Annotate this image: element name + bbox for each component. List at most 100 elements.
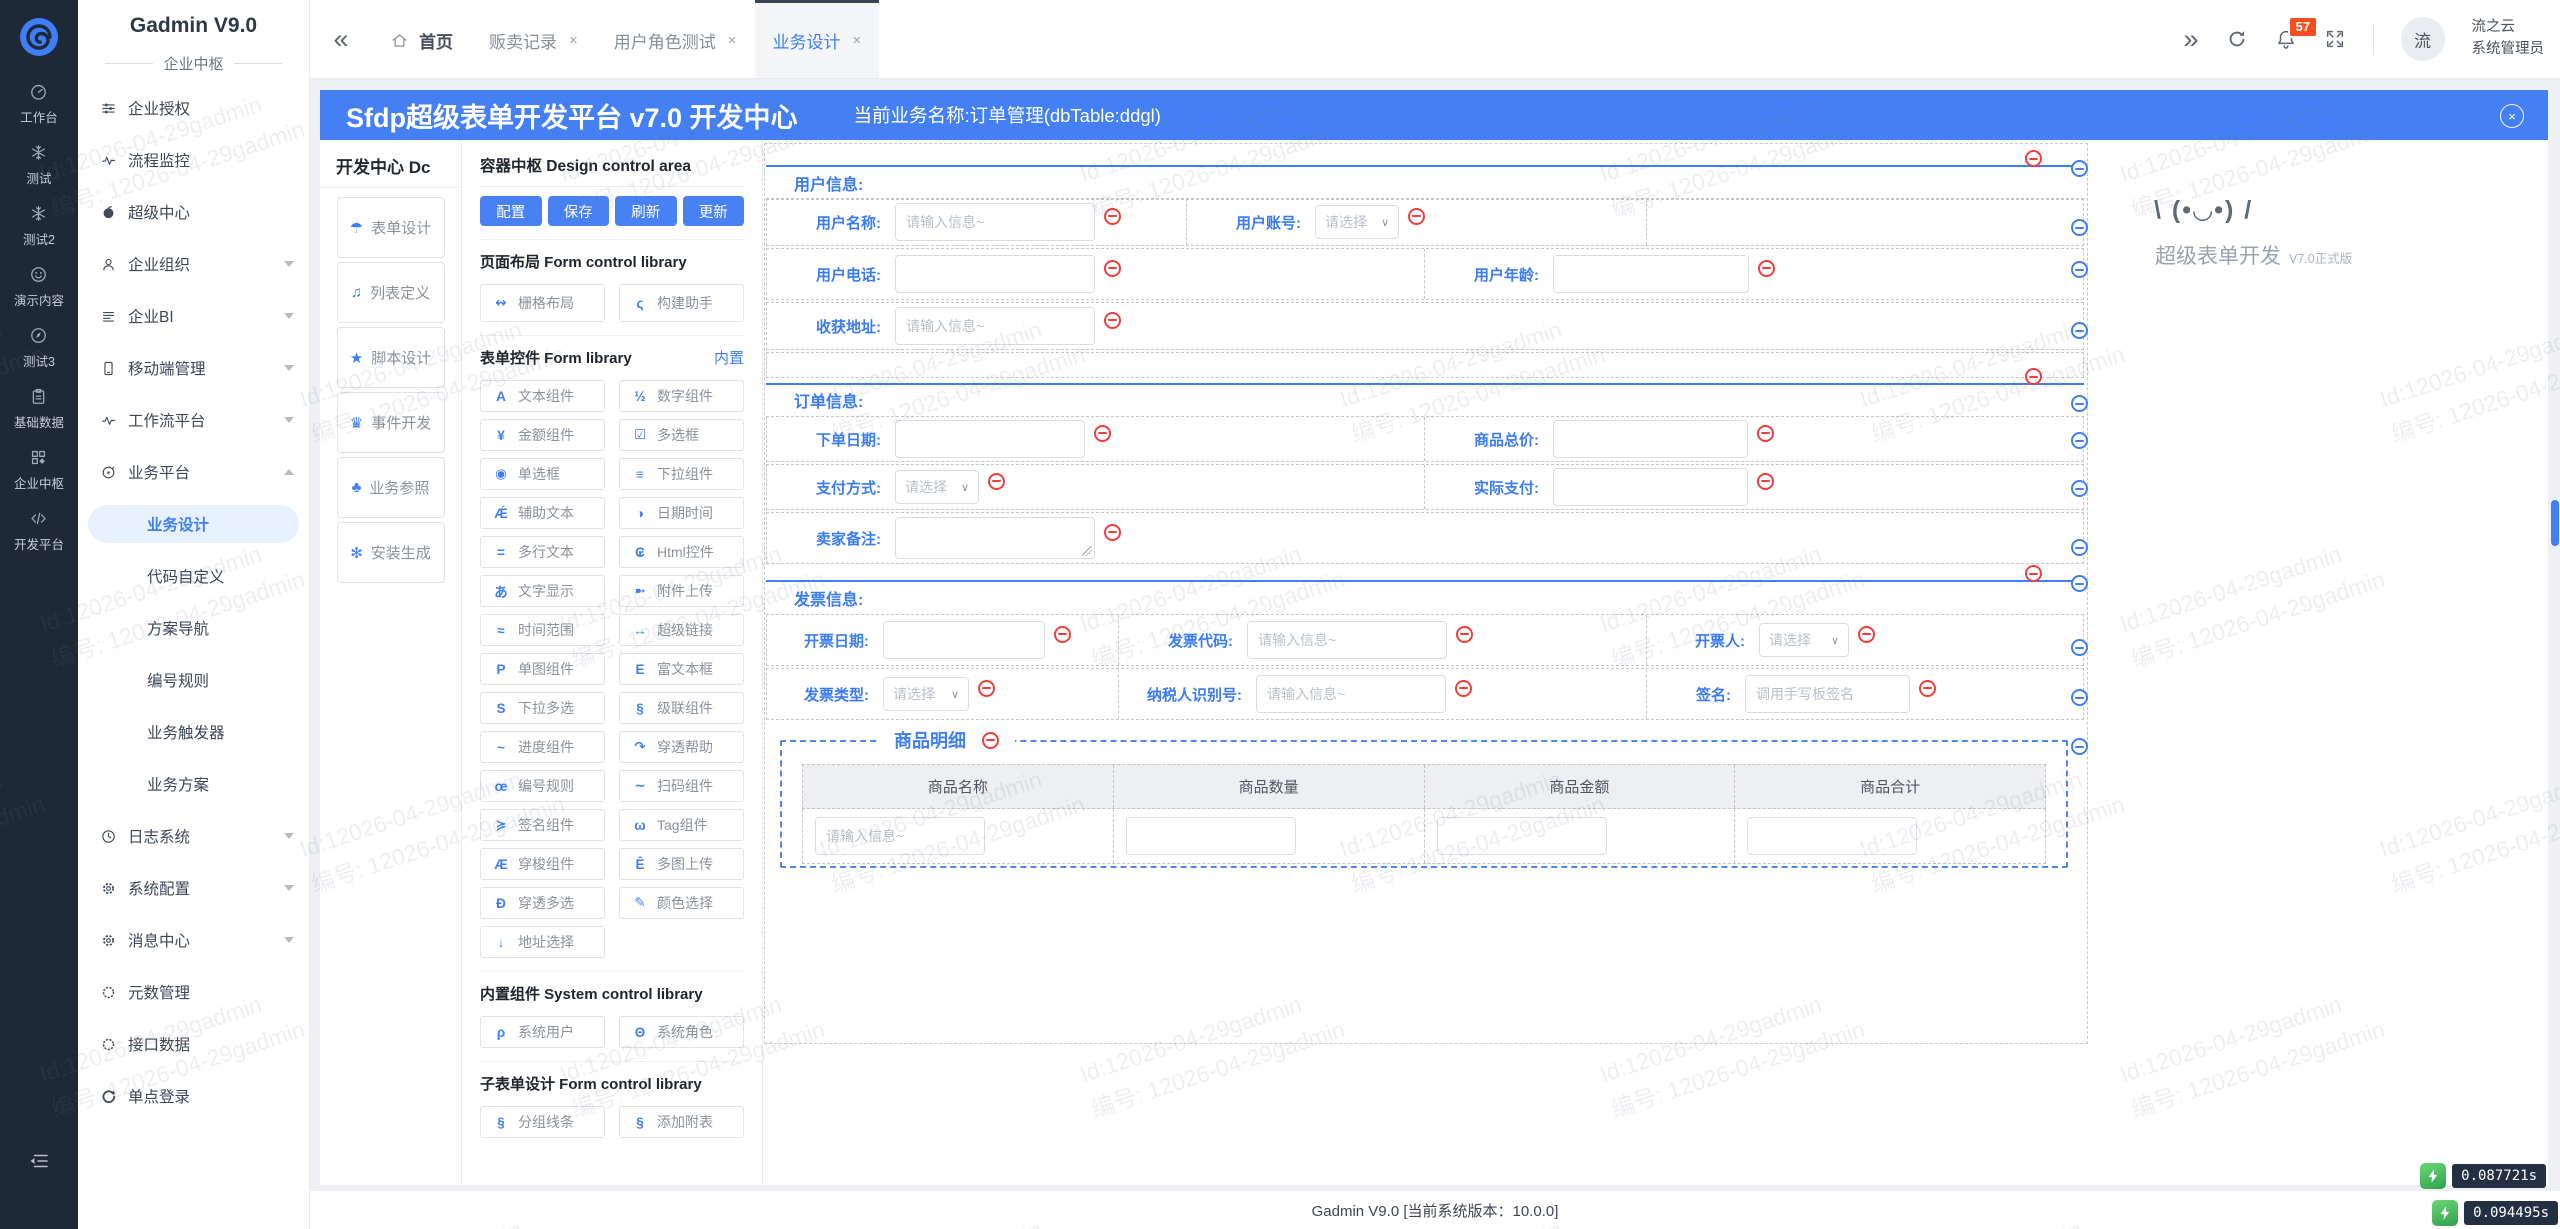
sidebar-item[interactable]: 日志系统 [78,810,309,862]
field-paid[interactable]: 实际支付: [1425,465,2083,509]
row-remove-icon[interactable] [2071,395,2088,412]
rail-item[interactable]: 测试 [26,143,52,187]
sidebar-item[interactable]: 超级中心 [78,186,309,238]
sidebar-item[interactable]: 代码自定义 [78,550,309,602]
detail-cell[interactable] [803,809,1114,863]
row-remove-icon[interactable] [2071,322,2088,339]
invoice-date-input[interactable] [883,621,1045,659]
notifications-button[interactable]: 57 [2275,16,2318,50]
sidebar-item[interactable]: 元数管理 [78,966,309,1018]
remove-field-icon[interactable] [1858,625,1875,643]
form-component[interactable]: Æ 穿梭组件 [480,848,605,880]
detail-cell[interactable] [1114,809,1425,863]
pay-method-select[interactable]: 请选择 ∨ [895,470,979,504]
sidebar-item[interactable]: 企业BI [78,290,309,342]
form-component[interactable]: ≈ 时间范围 [480,614,605,646]
field-total[interactable]: 商品总价: [1425,417,2083,461]
remove-section-icon[interactable] [2025,368,2042,385]
layout-component[interactable]: ς 构建助手 [619,284,744,322]
row-remove-icon[interactable] [2071,480,2088,497]
row-remove-icon[interactable] [2071,539,2088,556]
seller-note-textarea[interactable] [895,517,1095,559]
sidebar-item[interactable]: 接口数据 [78,1018,309,1070]
expand-menu-icon[interactable]: » [2183,24,2198,55]
layout-component[interactable]: ↭ 栅格布局 [480,284,605,322]
form-component[interactable]: P 单图组件 [480,653,605,685]
form-component[interactable]: ◉ 单选框 [480,458,605,490]
row-remove-icon[interactable] [2071,575,2088,592]
field-invoice-type[interactable]: 发票类型: 请选择 ∨ [767,669,1119,719]
row-remove-icon[interactable] [2071,160,2088,177]
rail-item[interactable]: 测试3 [23,326,55,370]
remove-field-icon[interactable] [1455,679,1472,697]
remove-field-icon[interactable] [1408,207,1425,225]
nav-button[interactable]: ♣ 业务参照 [336,457,445,518]
paid-input[interactable] [1553,468,1748,506]
remove-field-icon[interactable] [1104,259,1121,277]
remove-field-icon[interactable] [978,679,995,697]
row-remove-icon[interactable] [2071,261,2088,278]
sidebar-item[interactable]: 企业组织 [78,238,309,290]
sign-input[interactable] [1745,675,1910,713]
sidebar-item[interactable]: 编号规则 [78,654,309,706]
form-component[interactable]: ω Tag组件 [619,809,744,841]
form-design-canvas[interactable]: 用户信息: 用户名称: 用户账号: 请选择 ∨ [763,140,2092,1185]
form-component[interactable]: ∼ 扫码组件 [619,770,744,802]
field-sign[interactable]: 签名: [1647,669,2083,719]
field-phone[interactable]: 用户电话: [767,249,1425,299]
rail-item[interactable]: 基础数据 [14,387,64,431]
remove-field-icon[interactable] [1757,472,1774,490]
sidebar-item[interactable]: 业务平台 [78,446,309,498]
avatar[interactable]: 流 [2400,17,2445,61]
form-component[interactable]: Đ 穿透多选 [480,887,605,919]
form-component[interactable]: ≽ 签名组件 [480,809,605,841]
form-component[interactable]: ☑ 多选框 [619,419,744,451]
field-tax-id[interactable]: 纳税人识别号: [1119,669,1647,719]
sidebar-item[interactable]: 流程监控 [78,134,309,186]
detail-cell[interactable] [1735,809,2045,863]
total-input[interactable] [1553,420,1748,458]
field-address[interactable]: 收获地址: [767,303,2083,349]
rail-item[interactable]: 演示内容 [14,265,64,309]
sidebar-item[interactable]: 企业授权 [78,82,309,134]
tax-id-input[interactable] [1256,675,1446,713]
user-menu[interactable]: 流之云 系统管理员 [2472,17,2545,61]
collapse-menu-icon[interactable]: « [320,24,362,55]
nav-button[interactable]: ☂ 表单设计 [336,197,445,258]
remove-field-icon[interactable] [1456,625,1473,643]
form-component[interactable]: ~ 进度组件 [480,731,605,763]
field-invoice-code[interactable]: 发票代码: [1119,615,1647,665]
nav-button[interactable]: ♛ 事件开发 [336,392,445,453]
account-select[interactable]: 请选择 ∨ [1315,205,1399,239]
field-invoice-date[interactable]: 开票日期: [767,615,1119,665]
phone-input[interactable] [895,255,1095,293]
builtin-tag[interactable]: 内置 [714,347,744,368]
sidebar-item[interactable]: 单点登录 [78,1070,309,1122]
row-remove-icon[interactable] [2071,639,2088,656]
invoice-person-select[interactable]: 请选择 ∨ [1759,623,1849,657]
remove-field-icon[interactable] [1104,523,1121,541]
sidebar-item[interactable]: 消息中心 [78,914,309,966]
remove-field-icon[interactable] [988,472,1005,490]
sidebar-item[interactable]: 方案导航 [78,602,309,654]
field-pay-method[interactable]: 支付方式: 请选择 ∨ [767,465,1425,509]
remove-section-icon[interactable] [2025,565,2042,582]
form-component[interactable]: S 下拉多选 [480,692,605,724]
sidebar-item[interactable]: 业务触发器 [78,706,309,758]
rail-item[interactable]: 企业中枢 [14,448,64,492]
detail-qty-input[interactable] [1125,817,1296,855]
tab[interactable]: 用户角色测试 × [596,0,755,78]
form-component[interactable]: Ǽ 辅助文本 [480,497,605,529]
order-date-input[interactable] [895,420,1085,458]
form-component[interactable]: ↔ 超级链接 [619,614,744,646]
sidebar-item[interactable]: 业务方案 [78,758,309,810]
scrollbar-thumb[interactable] [2551,500,2559,546]
devcenter-close-button[interactable]: × [2500,104,2524,128]
field-seller-note[interactable]: 卖家备注: [767,513,2083,563]
app-logo[interactable] [15,13,63,61]
subform-component[interactable]: § 分组线条 [480,1106,605,1138]
field-account[interactable]: 用户账号: 请选择 ∨ [1187,199,1647,245]
action-button[interactable]: 刷新 [615,196,677,226]
fullscreen-icon[interactable] [2324,28,2346,50]
tab[interactable]: 业务设计 × [754,0,880,78]
